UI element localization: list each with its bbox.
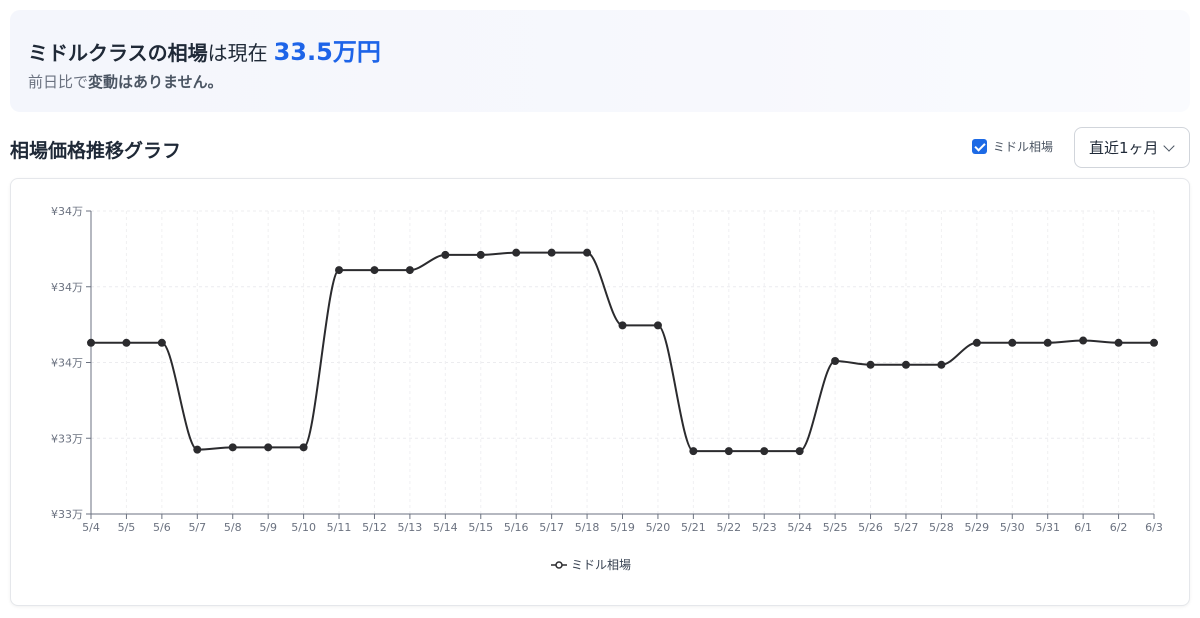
chevron-down-icon: [1163, 140, 1175, 152]
data-point: [937, 360, 946, 369]
data-point: [724, 447, 733, 456]
current-price: 33.5万円: [273, 38, 381, 66]
y-tick-label: ¥33万: [51, 432, 83, 445]
data-point: [193, 445, 202, 454]
x-tick-label: 5/21: [681, 521, 706, 534]
data-point: [795, 447, 804, 456]
chart-section-title: 相場価格推移グラフ: [10, 140, 182, 162]
x-tick-label: 5/14: [433, 521, 458, 534]
x-tick-label: 5/23: [752, 521, 777, 534]
x-tick-label: 5/11: [327, 521, 352, 534]
headline: ミドルクラスの相場 は現在 33.5万円: [28, 32, 381, 67]
data-point: [866, 360, 875, 369]
x-tick-label: 6/2: [1110, 521, 1128, 534]
y-tick-label: ¥34万: [51, 357, 83, 370]
headline-label: ミドルクラスの相場: [28, 41, 208, 65]
x-tick-label: 5/28: [929, 521, 954, 534]
legend-label: ミドル相場: [571, 558, 631, 572]
x-tick-label: 5/15: [468, 521, 493, 534]
line-chart: ¥34万¥34万¥34万¥33万¥33万5/4 5/5 5/6 5/7 5/8 5/9 5/…: [51, 205, 1163, 572]
data-point: [441, 250, 450, 259]
series-toggle-label: ミドル相場: [993, 140, 1054, 154]
data-point: [228, 443, 237, 452]
data-point: [476, 250, 485, 259]
x-tick-label: 5/4: [82, 521, 100, 534]
data-point: [1079, 336, 1088, 345]
change-note: 前日比で変動はありません。: [28, 71, 223, 92]
data-point: [405, 266, 414, 275]
data-point: [512, 248, 521, 257]
data-point: [264, 443, 273, 452]
data-point: [901, 360, 910, 369]
x-tick-label: 5/10: [291, 521, 316, 534]
data-point: [689, 447, 698, 456]
data-point: [831, 356, 840, 365]
data-point: [547, 248, 556, 257]
data-point: [583, 248, 592, 257]
x-tick-label: 5/9: [259, 521, 277, 534]
x-tick-label: 6/1: [1074, 521, 1092, 534]
data-point: [760, 447, 769, 456]
y-tick-label: ¥34万: [51, 281, 83, 294]
data-point: [1008, 338, 1017, 347]
data-point: [1150, 338, 1158, 347]
x-tick-label: 5/26: [858, 521, 883, 534]
data-point: [122, 338, 131, 347]
series-checkbox[interactable]: [972, 139, 987, 154]
chart-card: ¥34万 ¥34万 ¥34万 ¥33万 ¥33万 5/4 5/5 5/6 5/7 5/8 5/9 5/…: [10, 178, 1190, 606]
data-point: [87, 338, 95, 347]
data-point: [335, 266, 344, 275]
period-select-value: 直近1ヶ月: [1089, 139, 1159, 157]
x-tick-label: 5/16: [504, 521, 529, 534]
data-point: [157, 338, 166, 347]
series-toggle[interactable]: ミドル相場: [972, 138, 1053, 155]
x-tick-label: 5/17: [539, 521, 564, 534]
headline-mid: は現在: [207, 41, 268, 65]
x-tick-label: 5/24: [787, 521, 812, 534]
change-prefix: 前日比で: [28, 73, 89, 91]
x-tick-label: 5/25: [823, 521, 848, 534]
y-tick-label: ¥33万: [51, 508, 83, 521]
data-point: [370, 266, 379, 275]
price-summary-panel: ミドルクラスの相場 は現在 33.5万円 前日比で変動はありません。: [10, 10, 1190, 112]
x-tick-label: 5/13: [398, 521, 423, 534]
period-select[interactable]: 直近1ヶ月: [1074, 127, 1190, 168]
x-tick-label: 5/20: [646, 521, 671, 534]
change-status: 変動はありません。: [88, 73, 223, 91]
data-point: [972, 338, 981, 347]
x-tick-label: 5/22: [716, 521, 741, 534]
data-point: [299, 443, 308, 452]
x-tick-label: 6/3: [1145, 521, 1163, 534]
x-tick-label: 5/27: [894, 521, 919, 534]
data-point: [1114, 338, 1123, 347]
x-tick-label: 5/6: [153, 521, 171, 534]
x-tick-label: 5/31: [1035, 521, 1060, 534]
data-point: [1043, 338, 1052, 347]
x-tick-label: 5/12: [362, 521, 387, 534]
data-point: [653, 321, 662, 330]
x-tick-label: 5/29: [964, 521, 989, 534]
x-tick-label: 5/30: [1000, 521, 1025, 534]
legend-marker: [555, 561, 563, 569]
x-tick-label: 5/8: [224, 521, 242, 534]
x-tick-label: 5/5: [118, 521, 136, 534]
data-point: [618, 321, 627, 330]
x-tick-label: 5/19: [610, 521, 635, 534]
x-tick-label: 5/18: [575, 521, 600, 534]
y-tick-label: ¥34万: [51, 205, 83, 218]
x-tick-label: 5/7: [188, 521, 206, 534]
